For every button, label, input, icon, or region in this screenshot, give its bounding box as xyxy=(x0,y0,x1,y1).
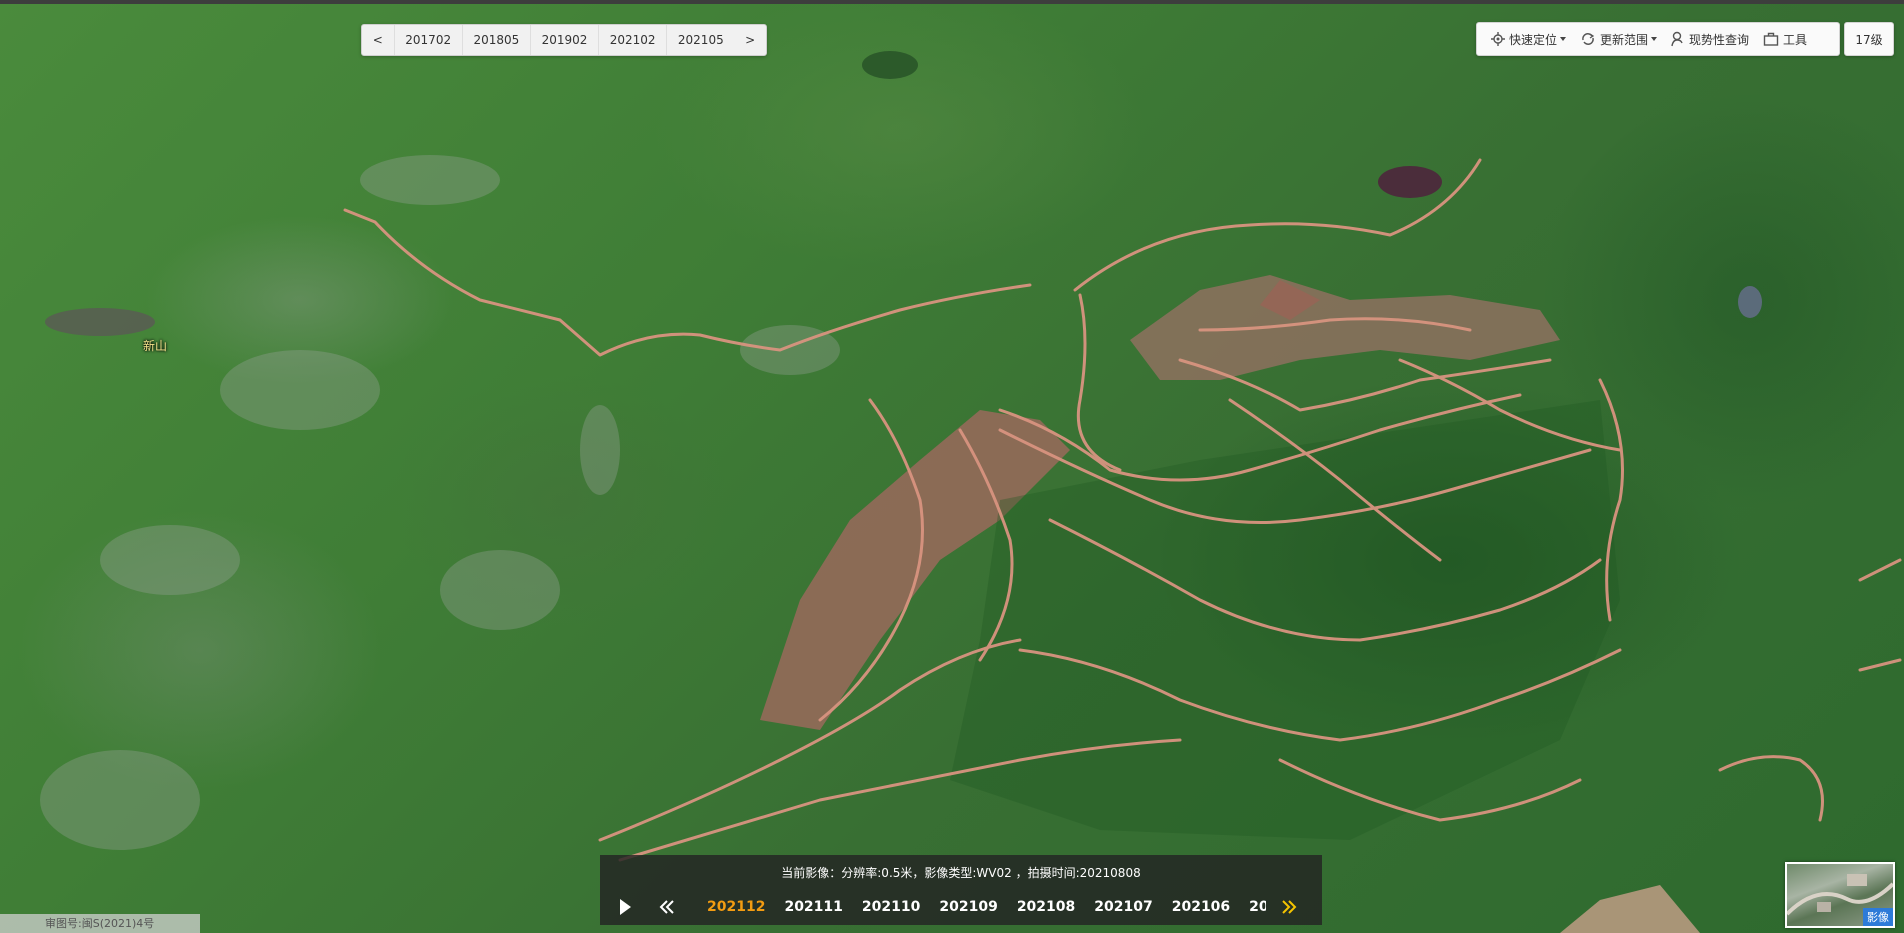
quick-locate-dropdown[interactable]: 快速定位 xyxy=(1491,31,1567,48)
layer-switch-thumbnail[interactable]: 影像 xyxy=(1785,862,1895,928)
layer-label: 影像 xyxy=(1863,908,1893,926)
year-option[interactable]: 201805 xyxy=(461,25,530,55)
play-button[interactable] xyxy=(618,898,632,920)
map-imagery xyxy=(40,51,1902,933)
timeline-date[interactable]: 202112 xyxy=(707,899,765,915)
timeline-date[interactable]: 202110 xyxy=(862,899,920,915)
double-chevron-left-icon xyxy=(659,900,674,914)
year-option[interactable]: 202105 xyxy=(666,25,734,55)
year-selector: < 201702 201805 201902 202102 202105 > xyxy=(361,24,767,56)
rocky-patches xyxy=(40,155,840,850)
satellite-map[interactable] xyxy=(0,0,1904,933)
map-approval-number: 审图号:闽S(2021)4号 xyxy=(0,914,200,933)
rock-outcrop xyxy=(45,308,155,336)
place-label: 新山 xyxy=(143,339,168,353)
year-option[interactable]: 201902 xyxy=(529,25,598,55)
timeline-prev-button[interactable] xyxy=(658,898,676,920)
timeline-date[interactable]: 202107 xyxy=(1094,899,1152,915)
refresh-icon xyxy=(1582,33,1595,45)
dark-patch xyxy=(862,51,918,79)
timeline-next-button[interactable] xyxy=(1280,898,1298,920)
imagery-timeline: 当前影像：分辨率:0.5米，影像类型:WV02 ，拍摄时间:20210808 2… xyxy=(600,855,1322,925)
status-query-label: 现势性查询 xyxy=(1689,32,1750,47)
top-strip xyxy=(0,0,1904,4)
year-next-button[interactable]: > xyxy=(734,25,766,55)
timeline-date[interactable]: 202111 xyxy=(784,899,842,915)
year-option[interactable]: 202102 xyxy=(598,25,666,55)
chevron-down-icon xyxy=(1651,37,1658,41)
play-icon xyxy=(620,899,631,915)
chevron-down-icon xyxy=(1560,37,1567,41)
timeline-date[interactable]: 202108 xyxy=(1017,899,1075,915)
pond xyxy=(1378,166,1442,198)
imagery-info: 当前影像：分辨率:0.5米，影像类型:WV02 ，拍摄时间:20210808 xyxy=(781,866,1141,880)
update-range-dropdown[interactable]: 更新范围 xyxy=(1580,31,1658,48)
double-chevron-right-icon xyxy=(1282,900,1297,914)
quick-locate-label: 快速定位 xyxy=(1509,32,1558,47)
gravel-area xyxy=(1560,885,1700,933)
update-range-label: 更新范围 xyxy=(1600,32,1649,47)
pond-small xyxy=(1738,286,1762,318)
person-search-icon xyxy=(1671,31,1683,47)
timeline-date[interactable]: 202106 xyxy=(1172,899,1230,915)
year-option[interactable]: 201702 xyxy=(393,25,462,55)
tools-label: 工具 xyxy=(1783,32,1808,47)
timeline-date[interactable]: 202109 xyxy=(939,899,997,915)
map-toolbar: 快速定位 更新范围 现势性查询 工具 xyxy=(1476,22,1840,56)
zoom-level-badge: 17级 xyxy=(1844,22,1894,56)
tools-button[interactable]: 工具 xyxy=(1763,31,1807,48)
timeline-date[interactable]: 202105 xyxy=(1249,899,1266,915)
status-query-button[interactable]: 现势性查询 xyxy=(1671,31,1749,48)
timeline-dates: 202112 202111 202110 202109 202108 20210… xyxy=(698,892,1266,922)
year-prev-button[interactable]: < xyxy=(362,25,394,55)
locate-icon xyxy=(1491,32,1505,46)
toolbox-icon xyxy=(1763,32,1779,46)
